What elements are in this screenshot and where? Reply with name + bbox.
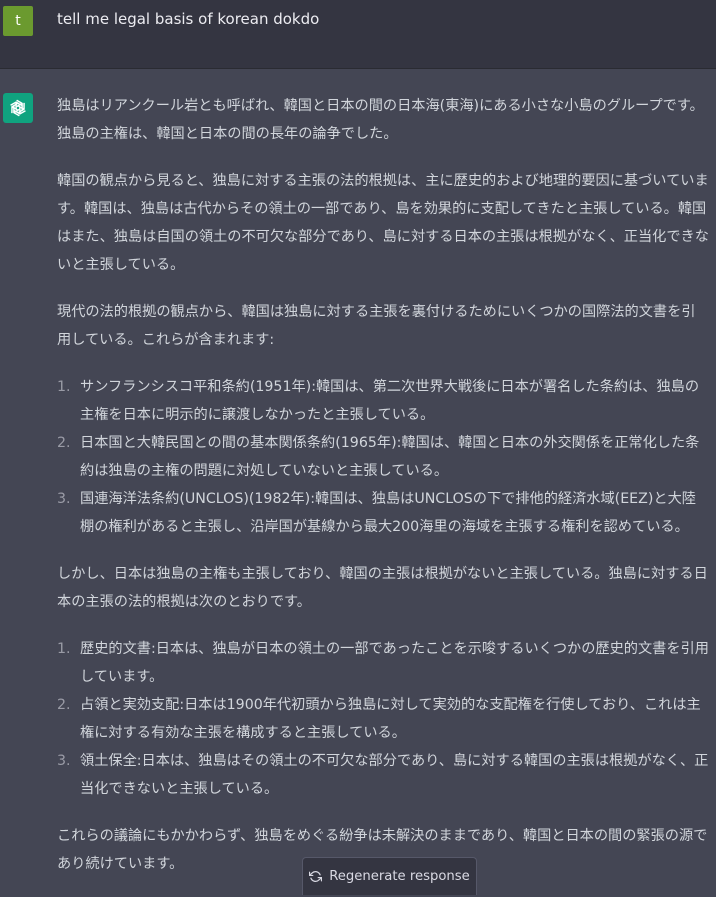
list-number: 2. bbox=[57, 435, 71, 451]
list-item-text: 占領と実効支配:日本は1900年代初頭から独島に対して実効的な支配権を行使してお… bbox=[80, 697, 701, 741]
openai-logo-icon bbox=[10, 99, 26, 117]
assistant-answer: 独島はリアンクール岩とも呼ばれ、韓国と日本の間の日本海(東海)にある小さな小島の… bbox=[57, 92, 709, 897]
korea-basis-list: 1. サンフランシスコ平和条約(1951年):韓国は、第二次世界大戦後に日本が署名… bbox=[57, 373, 709, 541]
answer-paragraph-3: 現代の法的根拠の観点から、韓国は独島に対する主張を裏付けるためにいくつかの国際法… bbox=[57, 304, 696, 348]
list-item-text: 日本国と大韓民国との間の基本関係条約(1965年):韓国は、韓国と日本の外交関係… bbox=[80, 435, 700, 479]
list-item: 2. 占領と実効支配:日本は1900年代初頭から独島に対して実効的な支配権を行使し… bbox=[57, 691, 709, 747]
regenerate-label: Regenerate response bbox=[329, 869, 470, 884]
assistant-message-row: 独島はリアンクール岩とも呼ばれ、韓国と日本の間の日本海(東海)にある小さな小島の… bbox=[0, 69, 716, 895]
list-item-text: 領土保全:日本は、独島はその領土の不可欠な部分であり、島に対する韓国の主張は根拠… bbox=[80, 753, 709, 797]
assistant-avatar bbox=[3, 93, 33, 123]
list-item: 1. サンフランシスコ平和条約(1951年):韓国は、第二次世界大戦後に日本が署名… bbox=[57, 373, 709, 429]
answer-paragraph-1: 独島はリアンクール岩とも呼ばれ、韓国と日本の間の日本海(東海)にある小さな小島の… bbox=[57, 98, 704, 142]
answer-paragraph-4: しかし、日本は独島の主権も主張しており、韓国の主張は根拠がないと主張している。独… bbox=[57, 566, 708, 610]
list-number: 2. bbox=[57, 697, 71, 713]
list-item: 2. 日本国と大韓民国との間の基本関係条約(1965年):韓国は、韓国と日本の外交… bbox=[57, 429, 709, 485]
list-item-text: 国連海洋法条約(UNCLOS)(1982年):韓国は、独島はUNCLOSの下で排… bbox=[80, 491, 696, 535]
list-item-text: 歴史的文書:日本は、独島が日本の領土の一部であったことを示唆するいくつかの歴史的… bbox=[80, 641, 709, 685]
list-item-text: サンフランシスコ平和条約(1951年):韓国は、第二次世界大戦後に日本が署名した… bbox=[80, 379, 700, 423]
answer-paragraph-2: 韓国の観点から見ると、独島に対する主張の法的根拠は、主に歴史的および地理的要因に… bbox=[57, 173, 709, 273]
list-number: 3. bbox=[57, 491, 71, 507]
user-avatar: t bbox=[3, 6, 33, 36]
japan-basis-list: 1. 歴史的文書:日本は、独島が日本の領土の一部であったことを示唆するいくつかの歴… bbox=[57, 635, 709, 803]
refresh-icon bbox=[309, 870, 323, 883]
list-number: 3. bbox=[57, 753, 71, 769]
user-message-row: t tell me legal basis of korean dokdo bbox=[0, 0, 716, 69]
user-message-text: tell me legal basis of korean dokdo bbox=[57, 10, 320, 28]
list-number: 1. bbox=[57, 641, 71, 657]
list-item: 3. 国連海洋法条約(UNCLOS)(1982年):韓国は、独島はUNCLOSの下… bbox=[57, 485, 709, 541]
list-number: 1. bbox=[57, 379, 71, 395]
list-item: 1. 歴史的文書:日本は、独島が日本の領土の一部であったことを示唆するいくつかの歴… bbox=[57, 635, 709, 691]
regenerate-response-button[interactable]: Regenerate response bbox=[302, 857, 477, 895]
list-item: 3. 領土保全:日本は、独島はその領土の不可欠な部分であり、島に対する韓国の主張は… bbox=[57, 747, 709, 803]
